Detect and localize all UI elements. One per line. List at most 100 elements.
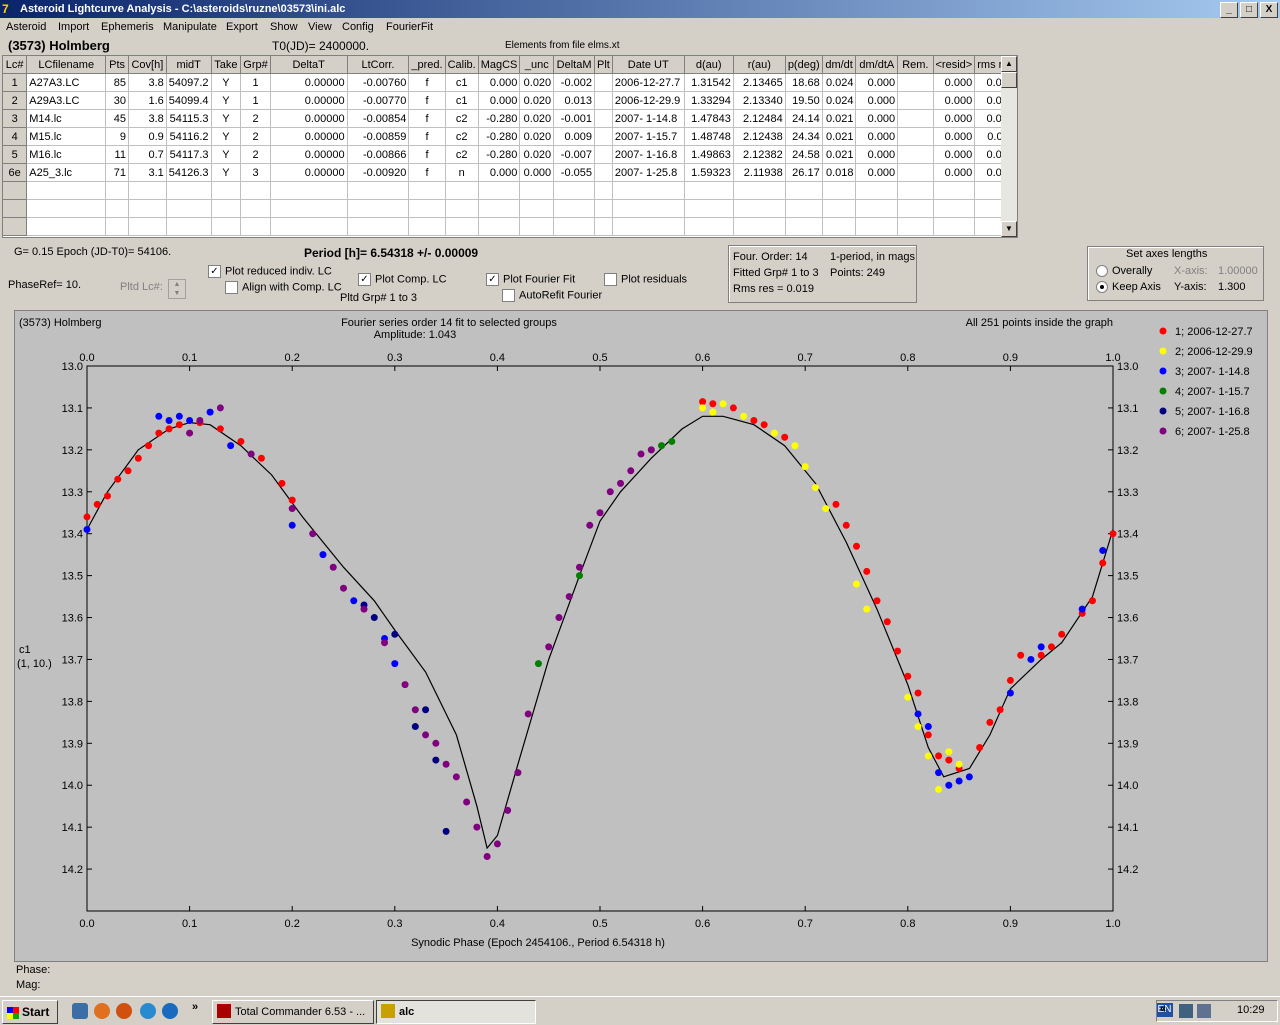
maximize-button[interactable]: □ — [1240, 2, 1258, 18]
column-header[interactable]: Plt — [594, 56, 613, 74]
table-cell[interactable]: M15.lc — [26, 127, 107, 146]
table-cell[interactable] — [855, 217, 899, 236]
menu-export[interactable]: Export — [226, 21, 258, 33]
table-cell[interactable]: c1 — [445, 73, 479, 92]
table-cell[interactable]: -0.055 — [553, 163, 595, 182]
table-cell[interactable]: 0.7 — [128, 145, 167, 164]
ie-icon[interactable] — [162, 1003, 178, 1019]
table-cell[interactable] — [684, 181, 734, 200]
table-cell[interactable] — [240, 217, 271, 236]
column-header[interactable]: <resid> — [933, 56, 976, 74]
table-cell[interactable] — [733, 217, 786, 236]
table-cell[interactable] — [270, 181, 348, 200]
minimize-button[interactable]: _ — [1220, 2, 1238, 18]
table-cell[interactable]: 3.8 — [128, 73, 167, 92]
table-cell[interactable]: 0.013 — [553, 91, 595, 110]
table-cell[interactable]: 0.021 — [822, 109, 857, 128]
menu-asteroid[interactable]: Asteroid — [6, 21, 46, 33]
close-button[interactable]: X — [1260, 2, 1278, 18]
row-header[interactable]: 6e — [3, 163, 28, 182]
table-cell[interactable] — [347, 199, 410, 218]
table-cell[interactable]: 0.020 — [519, 91, 555, 110]
table-cell[interactable]: f — [408, 91, 446, 110]
table-cell[interactable]: 0.000 — [855, 145, 899, 164]
table-cell[interactable]: 54115.3 — [166, 109, 212, 128]
table-cell[interactable]: 2.12484 — [733, 109, 786, 128]
table-cell[interactable]: 85 — [105, 73, 129, 92]
table-cell[interactable] — [128, 181, 167, 200]
table-cell[interactable]: Y — [211, 73, 242, 92]
plot-comp-checkbox[interactable]: ✓ Plot Comp. LC — [358, 273, 447, 286]
table-cell[interactable]: Y — [211, 91, 242, 110]
table-cell[interactable] — [785, 181, 823, 200]
table-cell[interactable] — [270, 199, 348, 218]
table-cell[interactable]: 0.020 — [519, 73, 555, 92]
table-cell[interactable] — [897, 127, 934, 146]
table-cell[interactable]: 1.6 — [128, 91, 167, 110]
table-cell[interactable] — [594, 109, 613, 128]
table-cell[interactable]: 2.13465 — [733, 73, 786, 92]
table-row[interactable]: 2 A29A3.LC 30 1.6 54099.4 Y 1 0.00000 -0.00770 f c… — [3, 91, 1017, 110]
table-row[interactable]: 4 M15.lc 9 0.9 54116.2 Y 2 0.00000 -0.00859 f c2 -0… — [3, 127, 1017, 146]
table-cell[interactable] — [445, 199, 479, 218]
table-cell[interactable] — [612, 217, 685, 236]
column-header[interactable]: p(deg) — [785, 56, 823, 74]
table-cell[interactable] — [105, 217, 129, 236]
row-header[interactable]: 5 — [3, 145, 28, 164]
table-cell[interactable] — [785, 217, 823, 236]
table-cell[interactable] — [897, 145, 934, 164]
menu-fourierfit[interactable]: FourierFit — [386, 21, 433, 33]
table-cell[interactable]: A25_3.lc — [26, 163, 107, 182]
table-cell[interactable] — [211, 217, 242, 236]
table-scrollbar[interactable]: ▲ ▼ — [1001, 56, 1017, 237]
plot-fourier-checkbox[interactable]: ✓ Plot Fourier Fit — [486, 273, 575, 286]
table-cell[interactable]: n — [445, 163, 479, 182]
table-cell[interactable]: 0.000 — [478, 163, 521, 182]
table-cell[interactable] — [347, 181, 410, 200]
column-header[interactable]: r(au) — [733, 56, 786, 74]
table-cell[interactable] — [822, 181, 857, 200]
table-cell[interactable]: 0.00000 — [270, 127, 348, 146]
column-header[interactable]: midT — [166, 56, 212, 74]
column-header[interactable]: dm/dtA — [855, 56, 899, 74]
table-cell[interactable]: 2.12382 — [733, 145, 786, 164]
lightcurve-plot-panel[interactable]: (3573) Holmberg Fourier series order 14 … — [14, 310, 1268, 962]
table-cell[interactable]: 0.000 — [855, 91, 899, 110]
table-cell[interactable]: -0.00859 — [347, 127, 410, 146]
column-header[interactable]: Grp# — [240, 56, 271, 74]
table-cell[interactable]: 2007- 1-25.8 — [612, 163, 685, 182]
table-cell[interactable]: Y — [211, 163, 242, 182]
table-cell[interactable]: 0.009 — [553, 127, 595, 146]
table-cell[interactable]: 2006-12-27.7 — [612, 73, 685, 92]
table-cell[interactable]: 0.024 — [822, 91, 857, 110]
table-cell[interactable]: 0.00000 — [270, 73, 348, 92]
search-icon[interactable] — [140, 1003, 156, 1019]
table-row[interactable]: 6e A25_3.lc 71 3.1 54126.3 Y 3 0.00000 -0.00920 f… — [3, 163, 1017, 182]
table-cell[interactable]: -0.007 — [553, 145, 595, 164]
row-header[interactable] — [3, 181, 28, 200]
y-axis-value[interactable]: 1.300 — [1218, 281, 1246, 293]
scroll-down-icon[interactable]: ▼ — [1001, 221, 1017, 237]
column-header[interactable]: dm/dt — [822, 56, 857, 74]
column-header[interactable]: LtCorr. — [347, 56, 410, 74]
table-cell[interactable]: 24.58 — [785, 145, 823, 164]
table-cell[interactable]: 2 — [240, 145, 271, 164]
table-cell[interactable]: 54097.2 — [166, 73, 212, 92]
browser-icon[interactable] — [116, 1003, 132, 1019]
menu-view[interactable]: View — [308, 21, 332, 33]
table-cell[interactable] — [519, 181, 555, 200]
table-cell[interactable] — [105, 199, 129, 218]
table-cell[interactable]: f — [408, 145, 446, 164]
table-cell[interactable]: 0.000 — [933, 127, 976, 146]
table-cell[interactable]: 0.020 — [519, 145, 555, 164]
table-cell[interactable]: 0.000 — [478, 91, 521, 110]
table-cell[interactable]: 1.31542 — [684, 73, 734, 92]
table-cell[interactable]: Y — [211, 145, 242, 164]
menu-config[interactable]: Config — [342, 21, 374, 33]
table-cell[interactable] — [933, 181, 976, 200]
table-cell[interactable]: 1.59323 — [684, 163, 734, 182]
table-cell[interactable]: 2007- 1-16.8 — [612, 145, 685, 164]
table-cell[interactable]: 3.8 — [128, 109, 167, 128]
table-cell[interactable]: -0.00866 — [347, 145, 410, 164]
table-cell[interactable] — [445, 217, 479, 236]
